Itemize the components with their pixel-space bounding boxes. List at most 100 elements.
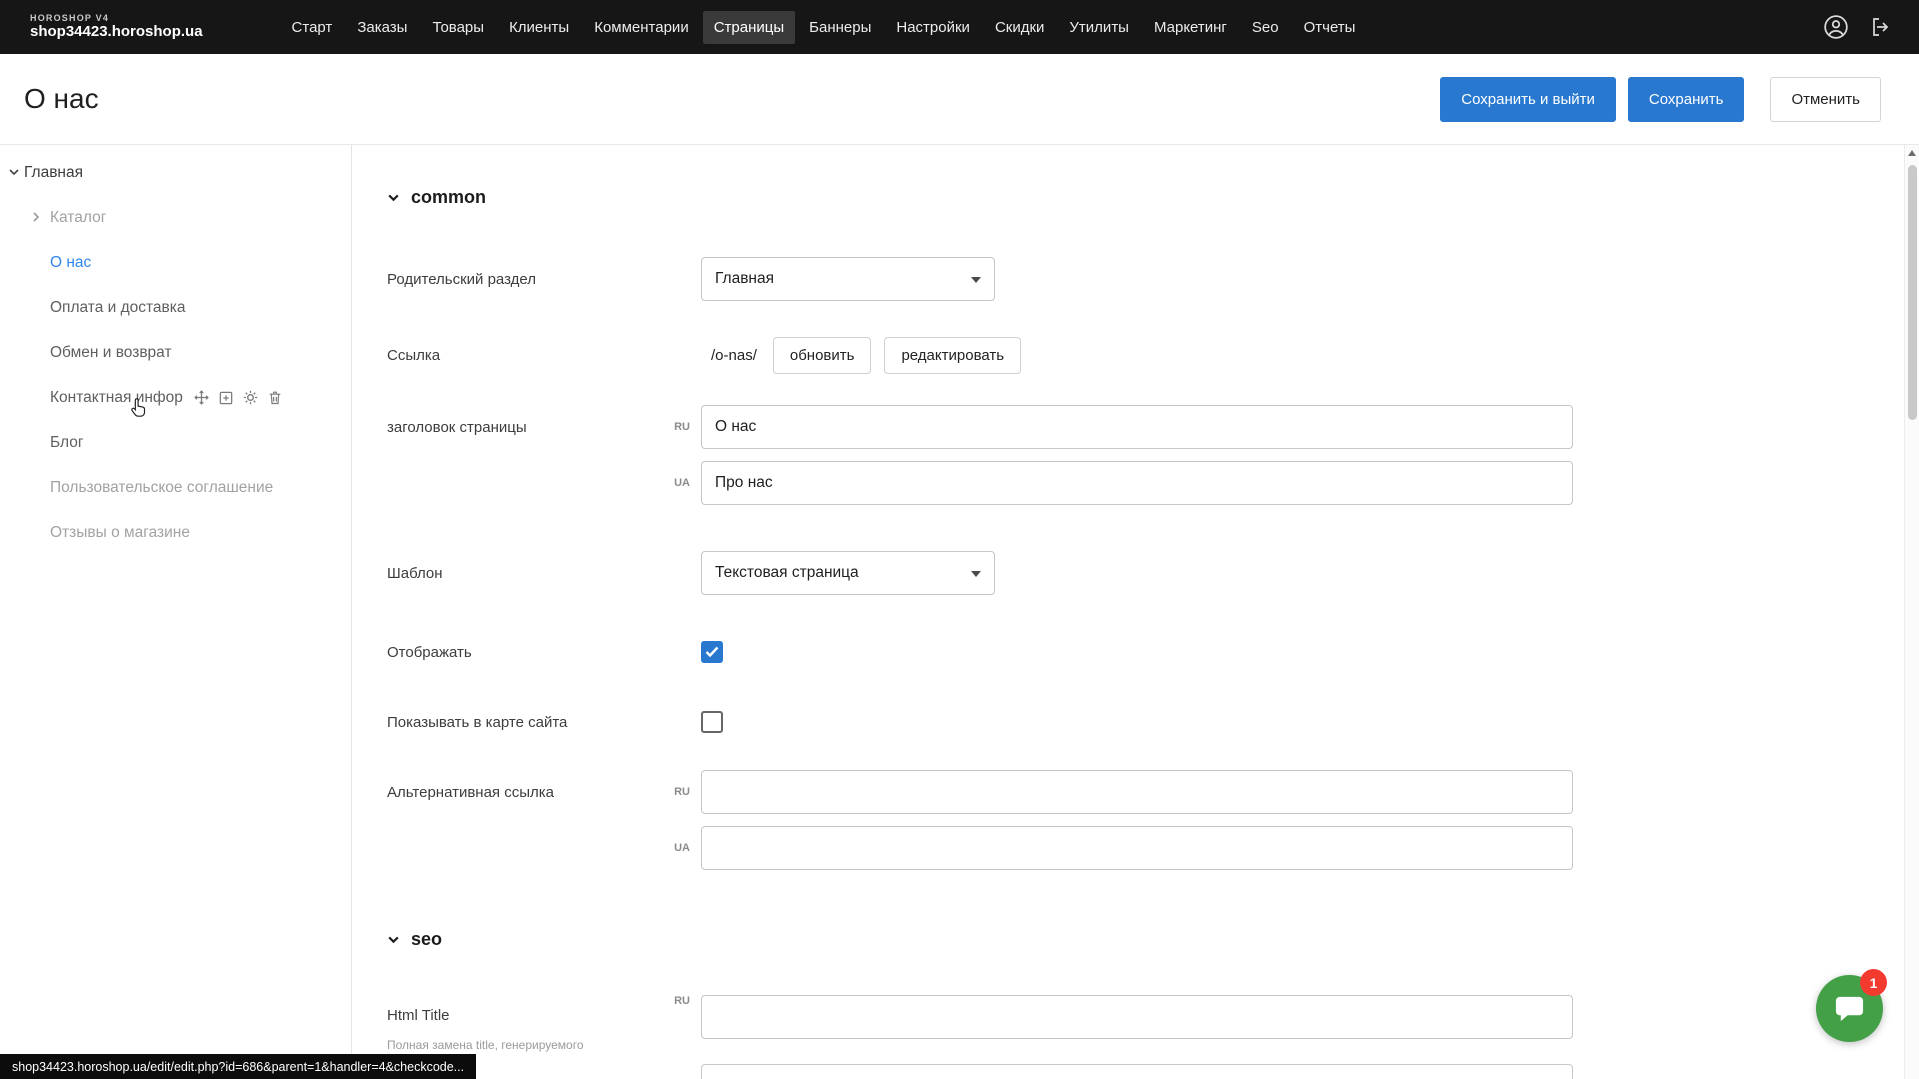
field-display: Отображать (387, 639, 1904, 665)
account-icon[interactable] (1823, 14, 1849, 40)
chevron-down-icon (971, 277, 981, 288)
edit-link-button[interactable]: редактировать (884, 337, 1021, 374)
section-title: common (411, 187, 486, 208)
cancel-button[interactable]: Отменить (1770, 77, 1881, 122)
topnav-pages[interactable]: Страницы (703, 11, 795, 44)
field-label: Альтернативная ссылка (387, 784, 647, 801)
lang-badge-ua: UA (647, 477, 701, 489)
top-navigation: Старт Заказы Товары Клиенты Комментарии … (281, 11, 1367, 44)
status-url: shop34423.horoshop.ua/edit/edit.php?id=6… (12, 1060, 464, 1074)
topnav-start[interactable]: Старт (281, 11, 344, 44)
page-title-ru-input[interactable] (701, 405, 1573, 449)
topnav-settings[interactable]: Настройки (885, 11, 981, 44)
topnav-discounts[interactable]: Скидки (984, 11, 1055, 44)
field-label: Ссылка (387, 347, 647, 364)
sidebar-item-label: Обмен и возврат (50, 344, 172, 362)
sidebar-item-katalog[interactable]: Каталог (0, 195, 351, 240)
page-title: О нас (24, 83, 99, 115)
sidebar-item-polzovatelskoe-soglashenie[interactable]: Пользовательское соглашение (0, 465, 351, 510)
page-header: О нас Сохранить и выйти Сохранить Отмени… (0, 54, 1919, 145)
logout-icon[interactable] (1869, 15, 1893, 39)
parent-section-select[interactable]: Главная (701, 257, 995, 301)
topnav-clients[interactable]: Клиенты (498, 11, 580, 44)
field-hint: Полная замена title, генерируемого (387, 1038, 647, 1052)
topnav-seo[interactable]: Seo (1241, 11, 1290, 44)
topnav-orders[interactable]: Заказы (346, 11, 418, 44)
topnav-comments[interactable]: Комментарии (583, 11, 699, 44)
field-link: Ссылка /o-nas/ обновить редактировать (387, 335, 1904, 375)
sidebar-item-label: Главная (24, 164, 83, 182)
scroll-up-arrow[interactable] (1907, 148, 1917, 158)
parent-section-value: Главная (715, 270, 774, 288)
chat-unread-badge: 1 (1860, 969, 1887, 996)
chevron-down-icon (387, 191, 400, 204)
sidebar-item-glavnaya[interactable]: Главная (0, 150, 351, 195)
topnav-reports[interactable]: Отчеты (1293, 11, 1367, 44)
lang-badge-ru: RU (647, 995, 701, 1007)
refresh-link-button[interactable]: обновить (773, 337, 872, 374)
alt-link-ua-input[interactable] (701, 826, 1573, 870)
chevron-down-icon (387, 933, 400, 946)
vertical-scrollbar[interactable] (1904, 145, 1919, 1079)
sidebar-item-obmen-i-vozvrat[interactable]: Обмен и возврат (0, 330, 351, 375)
brand-logo[interactable]: HOROSHOP V4 shop34423.horoshop.ua (30, 14, 203, 40)
chevron-right-icon (30, 211, 42, 223)
sidebar-item-kontaktnaya-informatsiya[interactable]: Контактная инфор (0, 375, 351, 420)
sidebar-item-o-nas[interactable]: О нас (0, 240, 351, 285)
section-common-toggle[interactable]: common (387, 185, 1904, 209)
tree-item-actions (193, 389, 283, 406)
html-title-ua-input[interactable] (701, 1064, 1573, 1079)
alt-link-ru-input[interactable] (701, 770, 1573, 814)
section-seo-toggle[interactable]: seo (387, 927, 1904, 951)
field-label: Родительский раздел (387, 271, 647, 288)
lang-badge-ru: RU (647, 786, 701, 798)
template-select[interactable]: Текстовая страница (701, 551, 995, 595)
sidebar-item-label: Отзывы о магазине (50, 524, 190, 542)
move-icon[interactable] (193, 389, 210, 406)
chevron-down-icon (8, 166, 20, 178)
sidebar-item-blog[interactable]: Блог (0, 420, 351, 465)
topnav-marketing[interactable]: Маркетинг (1143, 11, 1238, 44)
add-page-icon[interactable] (218, 390, 234, 406)
page-edit-form: common Родительский раздел Главная Ссылк… (353, 145, 1904, 1079)
delete-trash-icon[interactable] (267, 389, 283, 406)
chat-widget-button[interactable]: 1 (1816, 975, 1883, 1042)
field-label: Отображать (387, 644, 647, 661)
chat-bubble-icon (1833, 993, 1866, 1024)
topnav-banners[interactable]: Баннеры (798, 11, 882, 44)
field-label: Шаблон (387, 565, 647, 582)
lang-badge-ru: RU (647, 421, 701, 433)
section-title: seo (411, 929, 442, 950)
scrollbar-thumb[interactable] (1908, 165, 1917, 420)
sidebar-item-label: Каталог (50, 209, 106, 227)
field-html-title-ua: UA (387, 1064, 1904, 1079)
brand-domain: shop34423.horoshop.ua (30, 24, 203, 41)
browser-status-bar: shop34423.horoshop.ua/edit/edit.php?id=6… (0, 1054, 476, 1079)
field-parent-section: Родительский раздел Главная (387, 257, 1904, 301)
sidebar-item-oplata-i-dostavka[interactable]: Оплата и доставка (0, 285, 351, 330)
field-label: заголовок страницы (387, 419, 647, 436)
page-url-value: /o-nas/ (711, 347, 757, 364)
field-html-title-ru: Html Title Полная замена title, генериру… (387, 995, 1904, 1052)
display-checkbox[interactable] (701, 641, 723, 663)
sidebar-item-label: Контактная инфор (50, 389, 183, 407)
top-bar: HOROSHOP V4 shop34423.horoshop.ua Старт … (0, 0, 1919, 54)
topnav-products[interactable]: Товары (421, 11, 495, 44)
html-title-ru-input[interactable] (701, 995, 1573, 1039)
pages-tree-sidebar: Главная Каталог О нас Оплата и доставка … (0, 145, 352, 1079)
field-label: Показывать в карте сайта (387, 714, 647, 731)
sidebar-item-otzyvy-o-magazine[interactable]: Отзывы о магазине (0, 510, 351, 555)
field-alt-link-ua: UA (387, 826, 1904, 870)
sitemap-checkbox[interactable] (701, 711, 723, 733)
field-template: Шаблон Текстовая страница (387, 551, 1904, 595)
sidebar-item-label: Оплата и доставка (50, 299, 186, 317)
page-title-ua-input[interactable] (701, 461, 1573, 505)
field-label: Html Title (387, 1007, 450, 1024)
settings-gear-icon[interactable] (242, 389, 259, 406)
topnav-utilities[interactable]: Утилиты (1058, 11, 1140, 44)
field-alt-link-ru: Альтернативная ссылка RU (387, 770, 1904, 814)
lang-badge-ua: UA (647, 842, 701, 854)
save-button[interactable]: Сохранить (1628, 77, 1745, 122)
sidebar-item-label: Блог (50, 434, 84, 452)
save-and-exit-button[interactable]: Сохранить и выйти (1440, 77, 1616, 122)
